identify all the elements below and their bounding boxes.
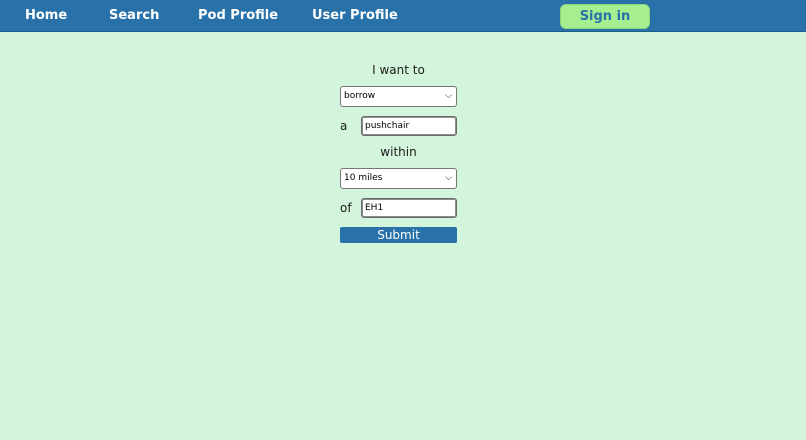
- chevron-down-icon: ⌵: [445, 173, 452, 183]
- location-input[interactable]: EH1: [361, 198, 457, 218]
- submit-button[interactable]: Submit: [340, 227, 457, 243]
- distance-select-value: 10 miles: [344, 173, 383, 183]
- within-label: within: [380, 145, 417, 159]
- item-input[interactable]: pushchair: [361, 116, 457, 136]
- of-label: of: [340, 201, 352, 215]
- article-label: a: [340, 119, 348, 133]
- verb-select-value: borrow: [344, 91, 376, 101]
- navbar: Home Search Pod Profile User Profile Sig…: [0, 0, 806, 32]
- sign-in-button[interactable]: Sign in: [560, 4, 650, 29]
- distance-select[interactable]: 10 miles ⌵: [340, 168, 457, 189]
- nav-pod-profile-link[interactable]: Pod Profile: [198, 0, 278, 32]
- nav-user-profile-link[interactable]: User Profile: [312, 0, 398, 32]
- chevron-down-icon: ⌵: [445, 91, 452, 101]
- nav-search-link[interactable]: Search: [109, 0, 159, 32]
- verb-select[interactable]: borrow ⌵: [340, 86, 457, 107]
- intro-label: I want to: [372, 63, 425, 77]
- nav-home-link[interactable]: Home: [25, 0, 67, 32]
